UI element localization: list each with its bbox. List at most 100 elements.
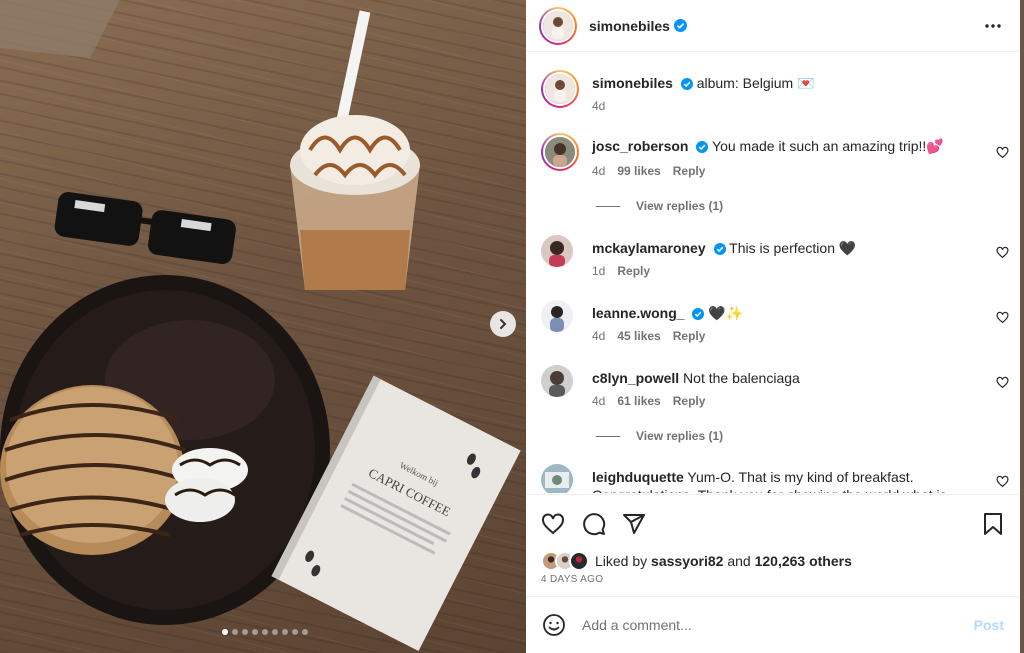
breakfast-photo: Welkom bij CAPRI COFFEE <box>0 0 521 652</box>
view-replies-button[interactable]: View replies (1) <box>596 199 723 213</box>
timestamp[interactable]: 1d <box>592 264 605 278</box>
view-replies-button[interactable]: View replies (1) <box>596 429 723 443</box>
comment-username[interactable]: mckaylamaroney <box>592 240 706 256</box>
avatar[interactable] <box>541 300 573 332</box>
post-photo[interactable]: Welkom bij CAPRI COFFEE <box>0 0 526 653</box>
avatar[interactable] <box>539 6 577 45</box>
like-heart-icon[interactable] <box>996 311 1009 324</box>
like-count[interactable]: 45 likes <box>617 329 660 343</box>
comment-text: leanne.wong_ 🖤✨ <box>592 304 992 322</box>
carousel-dot <box>222 629 228 635</box>
reply-button[interactable]: Reply <box>673 329 706 343</box>
comment-meta: 4d 45 likes Reply <box>592 329 705 343</box>
liked-by-middle: and <box>727 553 751 569</box>
carousel-dot <box>232 629 238 635</box>
comment-item: c8lyn_powell Not the balenciaga 4d 61 li… <box>541 365 1011 445</box>
carousel-dot <box>242 629 248 635</box>
avatar-image <box>545 137 575 167</box>
like-heart-icon[interactable] <box>996 376 1009 389</box>
post-header: simonebiles <box>526 0 1020 52</box>
comment-username[interactable]: josc_roberson <box>592 138 688 154</box>
comment-item: josc_roberson You made it such an amazin… <box>541 133 1011 213</box>
like-heart-icon[interactable] <box>996 146 1009 159</box>
comment-item: mckaylamaroney This is perfection 🖤 1d R… <box>541 235 1011 285</box>
comment-username[interactable]: simonebiles <box>592 75 673 91</box>
post-actions: Liked by sassyori82 and 120,263 others 4… <box>526 494 1020 594</box>
liked-by-user[interactable]: sassyori82 <box>651 553 723 569</box>
reply-button[interactable]: Reply <box>617 264 650 278</box>
divider <box>596 435 620 437</box>
verified-badge-icon <box>692 308 705 320</box>
verified-badge-icon <box>696 141 709 153</box>
liker-avatar <box>569 551 589 571</box>
comment-input[interactable] <box>582 617 952 633</box>
avatar[interactable] <box>541 464 573 493</box>
next-photo-button[interactable] <box>490 311 516 337</box>
post-date[interactable]: 4 DAYS AGO <box>541 574 603 585</box>
comments-list[interactable]: simonebiles album: Belgium 💌 4d josc_rob… <box>526 53 1020 493</box>
carousel-dots <box>222 629 308 635</box>
comment-item: leighduquette Yum-O. That is my kind of … <box>541 464 1011 493</box>
comment-meta: 1d Reply <box>592 264 650 278</box>
comment-body: Not the balenciaga <box>683 370 800 386</box>
iced-drink <box>290 10 420 290</box>
avatar-image <box>545 74 575 104</box>
divider <box>596 205 620 207</box>
carousel-dot <box>262 629 268 635</box>
avatar[interactable] <box>541 365 573 397</box>
more-options-icon[interactable] <box>984 17 1002 35</box>
avatar[interactable] <box>541 235 573 267</box>
comment-body: 🖤✨ <box>708 305 744 321</box>
caption-meta: 4d <box>592 99 605 113</box>
carousel-dot <box>292 629 298 635</box>
save-bookmark-icon[interactable] <box>982 512 1004 536</box>
verified-badge-icon <box>680 78 693 90</box>
background-edge <box>1020 0 1024 653</box>
timestamp[interactable]: 4d <box>592 329 605 343</box>
comment-username[interactable]: leighduquette <box>592 469 684 485</box>
comment-body: This is perfection 🖤 <box>729 240 857 256</box>
sunglasses <box>54 192 236 265</box>
reply-button[interactable]: Reply <box>673 164 706 178</box>
carousel-dot <box>252 629 258 635</box>
comment-username[interactable]: c8lyn_powell <box>592 370 679 386</box>
comment-item: leanne.wong_ 🖤✨ 4d 45 likes Reply <box>541 300 1011 350</box>
like-heart-icon[interactable] <box>996 475 1009 488</box>
avatar-image <box>543 10 573 41</box>
comment-meta: 4d 99 likes Reply <box>592 164 705 178</box>
caption-body: album: Belgium 💌 <box>696 75 815 91</box>
post-button[interactable]: Post <box>974 617 1004 633</box>
comment-body: You made it such an amazing trip!!💕 <box>712 138 944 154</box>
avatar[interactable] <box>541 70 579 108</box>
comment-text: leighduquette Yum-O. That is my kind of … <box>592 468 972 493</box>
comment-username[interactable]: leanne.wong_ <box>592 305 685 321</box>
like-heart-icon[interactable] <box>996 246 1009 259</box>
verified-badge-icon <box>673 19 687 32</box>
timestamp[interactable]: 4d <box>592 394 605 408</box>
comment-bubble-icon[interactable] <box>582 512 606 536</box>
emoji-icon[interactable] <box>542 613 566 637</box>
carousel-dot <box>302 629 308 635</box>
avatar[interactable] <box>541 133 579 171</box>
liked-by-text: Liked by sassyori82 and 120,263 others <box>595 553 852 569</box>
comment-text: c8lyn_powell Not the balenciaga <box>592 369 992 387</box>
share-send-icon[interactable] <box>622 512 646 536</box>
view-replies-label: View replies (1) <box>636 199 724 213</box>
carousel-dot <box>282 629 288 635</box>
pancake <box>0 385 186 555</box>
author-username[interactable]: simonebiles <box>589 18 670 34</box>
chevron-right-icon <box>500 319 507 329</box>
view-replies-label: View replies (1) <box>636 429 724 443</box>
carousel-dot <box>272 629 278 635</box>
liked-by-others[interactable]: 120,263 others <box>755 553 852 569</box>
comment-text: mckaylamaroney This is perfection 🖤 <box>592 239 992 257</box>
reply-button[interactable]: Reply <box>673 394 706 408</box>
post-panel: simonebiles simonebiles album: Belgium 💌 <box>526 0 1020 653</box>
like-heart-icon[interactable] <box>541 512 565 536</box>
like-count[interactable]: 61 likes <box>617 394 660 408</box>
liked-by-prefix: Liked by <box>595 553 648 569</box>
like-count[interactable]: 99 likes <box>617 164 660 178</box>
timestamp[interactable]: 4d <box>592 164 605 178</box>
caption: simonebiles album: Belgium 💌 4d <box>541 70 1011 115</box>
timestamp[interactable]: 4d <box>592 99 605 113</box>
